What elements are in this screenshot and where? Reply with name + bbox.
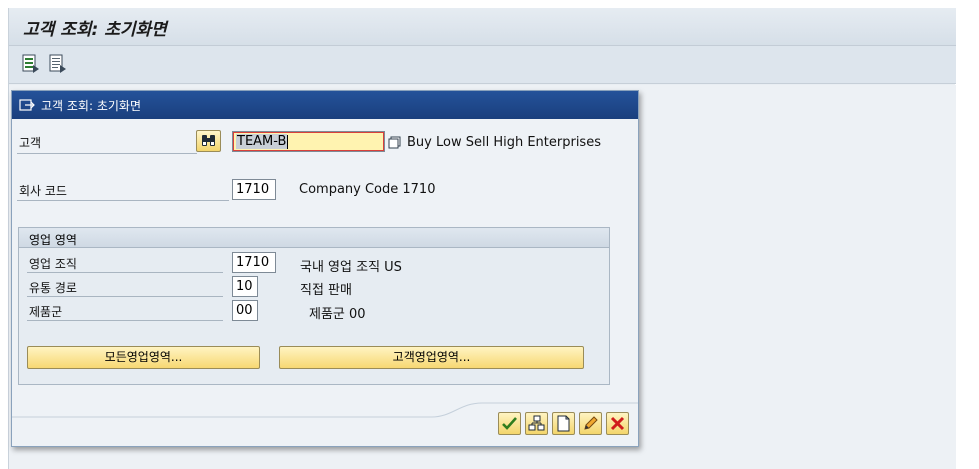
company-code-label: 회사 코드 — [19, 184, 67, 198]
customer-description: Buy Low Sell High Enterprises — [407, 135, 601, 150]
new-document-icon — [557, 415, 570, 432]
company-code-input[interactable]: 1710 — [232, 179, 276, 200]
document-detail-icon[interactable] — [48, 53, 68, 75]
page-title: 고객 조회: 초기화면 — [23, 20, 167, 40]
company-code-underline — [17, 200, 229, 201]
distribution-channel-label: 유통 경로 — [29, 281, 77, 295]
sales-org-description: 국내 영업 조직 US — [300, 260, 402, 275]
division-description: 제품군 00 — [309, 307, 366, 322]
text-caret — [287, 134, 289, 149]
distribution-channel-description: 직접 판매 — [300, 283, 352, 298]
edit-pencil-icon — [584, 416, 598, 430]
cancel-icon — [610, 416, 625, 431]
dialog-title: 고객 조회: 초기화면 — [41, 99, 141, 113]
sales-area-group: 영업 영역 영업 조직 1710 국내 영업 조직 US 유통 경로 10 직접… — [18, 227, 610, 385]
company-code-description: Company Code 1710 — [299, 182, 436, 197]
customer-label-underline — [17, 153, 197, 154]
customer-sales-areas-button[interactable]: 고객영업영역... — [279, 346, 584, 369]
division-input[interactable]: 00 — [232, 300, 258, 321]
customer-label: 고객 — [19, 136, 42, 150]
division-label: 제품군 — [29, 305, 63, 319]
new-document-button[interactable] — [552, 412, 575, 435]
distribution-channel-underline — [27, 296, 223, 297]
f4-copy-icon[interactable] — [388, 136, 402, 149]
all-sales-areas-button[interactable]: 모든영업영역... — [27, 346, 260, 369]
division-underline — [27, 320, 223, 321]
hierarchy-button[interactable] — [525, 412, 548, 435]
title-bar: 고객 조회: 초기화면 — [9, 8, 956, 46]
sales-org-label: 영업 조직 — [29, 257, 77, 271]
sales-org-underline — [27, 272, 223, 273]
binoculars-icon — [202, 135, 215, 146]
customer-input-value: TEAM-B — [236, 134, 288, 149]
customer-display-dialog: 고객 조회: 초기화면 고객 TEAM-B Buy Low Sell High … — [11, 90, 639, 447]
edit-button[interactable] — [579, 412, 602, 435]
search-help-button[interactable] — [196, 130, 221, 152]
dialog-window-icon — [19, 98, 35, 115]
confirm-button[interactable] — [498, 412, 521, 435]
distribution-channel-input[interactable]: 10 — [232, 276, 258, 297]
sales-org-input[interactable]: 1710 — [232, 252, 276, 273]
application-toolbar — [9, 46, 956, 84]
check-icon — [502, 417, 517, 430]
hierarchy-icon — [528, 415, 545, 431]
sales-area-group-header: 영업 영역 — [19, 228, 609, 248]
cancel-button[interactable] — [606, 412, 629, 435]
document-list-icon[interactable] — [21, 53, 41, 75]
sales-area-group-title: 영업 영역 — [29, 233, 77, 247]
dialog-title-bar[interactable]: 고객 조회: 초기화면 — [12, 91, 638, 119]
customer-input[interactable]: TEAM-B — [232, 131, 385, 152]
